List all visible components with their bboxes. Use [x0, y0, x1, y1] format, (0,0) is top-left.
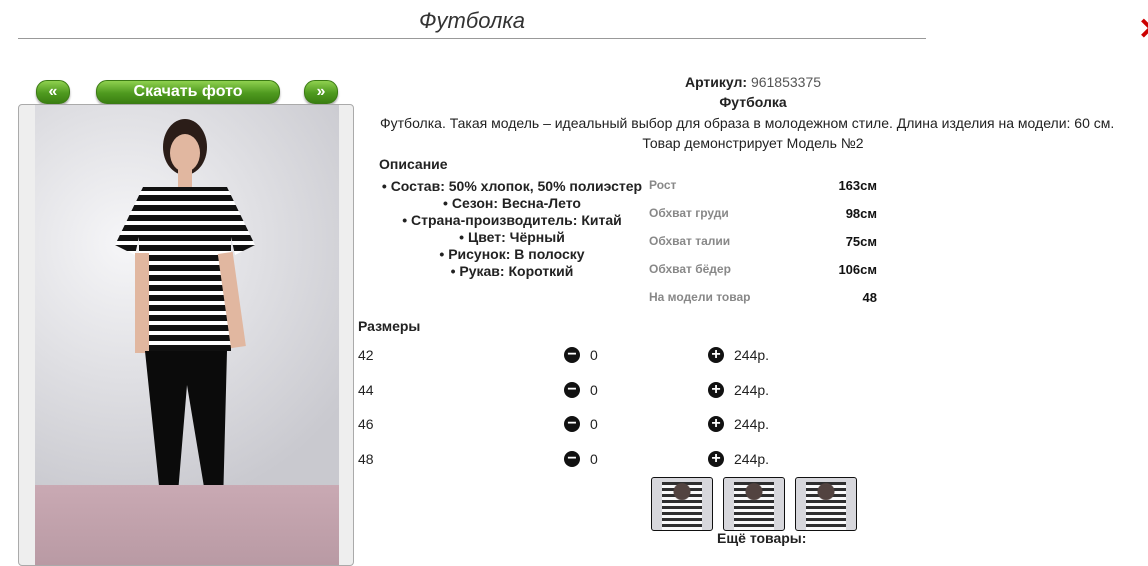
- attribute-item: Цвет: Чёрный: [378, 229, 646, 246]
- measurement-label: Обхват груди: [649, 206, 729, 220]
- size-label: 44: [358, 382, 374, 398]
- next-photo-button[interactable]: »: [304, 80, 338, 104]
- article-value: 961853375: [750, 74, 822, 90]
- qty-value: 0: [590, 382, 598, 398]
- size-row: 42 − 0 + 244р.: [358, 347, 778, 367]
- qty-value: 0: [590, 416, 598, 432]
- increase-qty-button[interactable]: +: [708, 347, 724, 363]
- close-icon[interactable]: ✕: [1138, 12, 1148, 47]
- photo-thumbnail[interactable]: [651, 477, 713, 531]
- title-divider: [18, 38, 926, 39]
- main-photo-frame: [18, 104, 354, 566]
- product-description: Футболка. Такая модель – идеальный выбор…: [380, 115, 1115, 131]
- price-label: 244р.: [734, 416, 770, 432]
- price-label: 244р.: [734, 347, 770, 363]
- increase-qty-button[interactable]: +: [708, 382, 724, 398]
- photo-thumbnail[interactable]: [723, 477, 785, 531]
- price-label: 244р.: [734, 451, 770, 467]
- article-label: Артикул:: [684, 74, 748, 90]
- size-row: 48 − 0 + 244р.: [358, 451, 778, 471]
- sizes-heading: Размеры: [358, 318, 421, 334]
- decrease-qty-button[interactable]: −: [564, 347, 580, 363]
- price-label: 244р.: [734, 382, 770, 398]
- size-row: 46 − 0 + 244р.: [358, 416, 778, 436]
- description-heading: Описание: [379, 156, 448, 172]
- decrease-qty-button[interactable]: −: [564, 416, 580, 432]
- size-label: 46: [358, 416, 374, 432]
- article-line: Артикул: 961853375: [588, 74, 918, 90]
- increase-qty-button[interactable]: +: [708, 451, 724, 467]
- qty-value: 0: [590, 347, 598, 363]
- measurement-label: Рост: [649, 178, 677, 192]
- qty-value: 0: [590, 451, 598, 467]
- measurement-value: 48: [862, 290, 877, 305]
- prev-photo-button[interactable]: «: [36, 80, 70, 104]
- model-note: Товар демонстрирует Модель №2: [642, 135, 864, 151]
- attribute-item: Рисунок: В полоску: [378, 246, 646, 263]
- measurement-value: 75см: [845, 234, 877, 249]
- more-products-label: Ещё товары:: [717, 530, 807, 546]
- attributes-list: Состав: 50% хлопок, 50% полиэстер Сезон:…: [378, 178, 646, 280]
- page-title: Футболка: [419, 8, 525, 33]
- increase-qty-button[interactable]: +: [708, 416, 724, 432]
- attribute-item: Сезон: Весна-Лето: [378, 195, 646, 212]
- size-row: 44 − 0 + 244р.: [358, 382, 778, 402]
- main-product-photo[interactable]: [35, 105, 339, 565]
- product-name: Футболка: [719, 94, 787, 110]
- size-label: 42: [358, 347, 374, 363]
- photo-floor: [35, 485, 339, 565]
- attribute-item: Страна-производитель: Китай: [378, 212, 646, 229]
- measurement-label: Обхват талии: [649, 234, 731, 248]
- attribute-item: Состав: 50% хлопок, 50% полиэстер: [378, 178, 646, 195]
- measurement-value: 106см: [838, 262, 877, 277]
- decrease-qty-button[interactable]: −: [564, 451, 580, 467]
- download-photo-button[interactable]: Скачать фото: [96, 80, 280, 104]
- attribute-item: Рукав: Короткий: [378, 263, 646, 280]
- decrease-qty-button[interactable]: −: [564, 382, 580, 398]
- size-label: 48: [358, 451, 374, 467]
- photo-thumbnail[interactable]: [795, 477, 857, 531]
- measurement-value: 163см: [838, 178, 877, 193]
- measurement-label: На модели товар: [649, 290, 751, 304]
- measurement-label: Обхват бёдер: [649, 262, 731, 276]
- measurement-value: 98см: [845, 206, 877, 221]
